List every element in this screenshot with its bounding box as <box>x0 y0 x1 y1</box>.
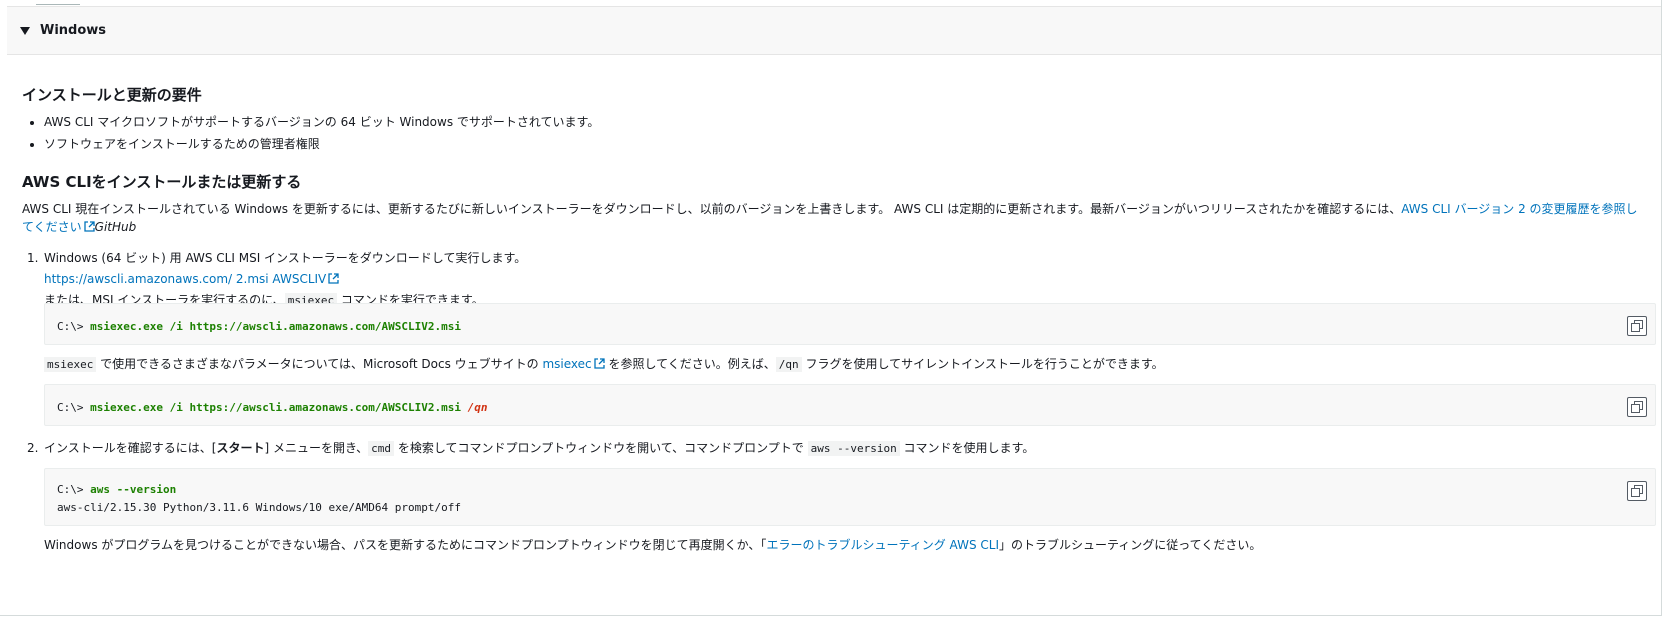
copy-button[interactable] <box>1627 397 1647 417</box>
code-block-aws-version: C:\> aws --version aws-cli/2.15.30 Pytho… <box>44 468 1656 526</box>
external-link-icon <box>328 273 339 284</box>
top-tab-indicator <box>36 0 80 5</box>
inline-code: msiexec <box>44 357 97 372</box>
msiexec-docs-link[interactable]: msiexec <box>542 357 605 371</box>
caret-down-icon <box>20 26 30 35</box>
inline-code: cmd <box>368 441 395 456</box>
requirements-heading: インストールと更新の要件 <box>22 86 202 104</box>
external-link-icon <box>83 221 95 232</box>
requirements-list: AWS CLI マイクロソフトがサポートするバージョンの 64 ビット Wind… <box>22 111 599 155</box>
step-2-text: インストールを確認するには、[スタート] メニューを開き、 cmd を検索してコマ… <box>44 441 1035 456</box>
code-block-msiexec-qn: C:\> msiexec.exe /i https://awscli.amazo… <box>44 384 1656 426</box>
msi-download-link[interactable]: https://awscli.amazonaws.com/ 2.msi AWSC… <box>44 272 339 286</box>
copy-icon <box>1631 320 1643 332</box>
intro-text: AWS CLI 現在インストールされている Windows を更新するには、更新… <box>22 202 1402 216</box>
copy-icon <box>1631 485 1643 497</box>
troubleshooting-link[interactable]: エラーのトラブルシューティング AWS CLI <box>766 538 999 552</box>
inline-code: /qn <box>775 357 802 372</box>
step-2-number: 2. <box>27 441 39 455</box>
list-item: AWS CLI マイクロソフトがサポートするバージョンの 64 ビット Wind… <box>44 111 599 133</box>
step-1-text: Windows (64 ビット) 用 AWS CLI MSI インストーラーをダ… <box>44 251 527 265</box>
code-block-msiexec: C:\> msiexec.exe /i https://awscli.amazo… <box>44 303 1656 345</box>
expander-title: Windows <box>40 23 107 38</box>
copy-button[interactable] <box>1627 481 1647 501</box>
copy-button[interactable] <box>1627 316 1647 336</box>
external-link-icon <box>593 358 605 369</box>
msiexec-param-text: msiexec で使用できるさまざまなパラメータについては、Microsoft … <box>44 355 1164 374</box>
install-heading: AWS CLIをインストールまたは更新する <box>22 173 302 191</box>
step-1-number: 1. <box>27 251 39 265</box>
intro-suffix: GitHub <box>94 220 137 234</box>
windows-expander[interactable]: Windows <box>7 6 1661 55</box>
step-1: Windows (64 ビット) 用 AWS CLI MSI インストーラーをダ… <box>44 248 1654 311</box>
inline-code: aws --version <box>807 441 900 456</box>
copy-icon <box>1631 401 1643 413</box>
install-intro: AWS CLI 現在インストールされている Windows を更新するには、更新… <box>22 200 1642 236</box>
list-item: ソフトウェアをインストールするための管理者権限 <box>44 133 599 155</box>
troubleshoot-text: Windows がプログラムを見つけることができない場合、パスを更新するためにコ… <box>44 538 1262 552</box>
